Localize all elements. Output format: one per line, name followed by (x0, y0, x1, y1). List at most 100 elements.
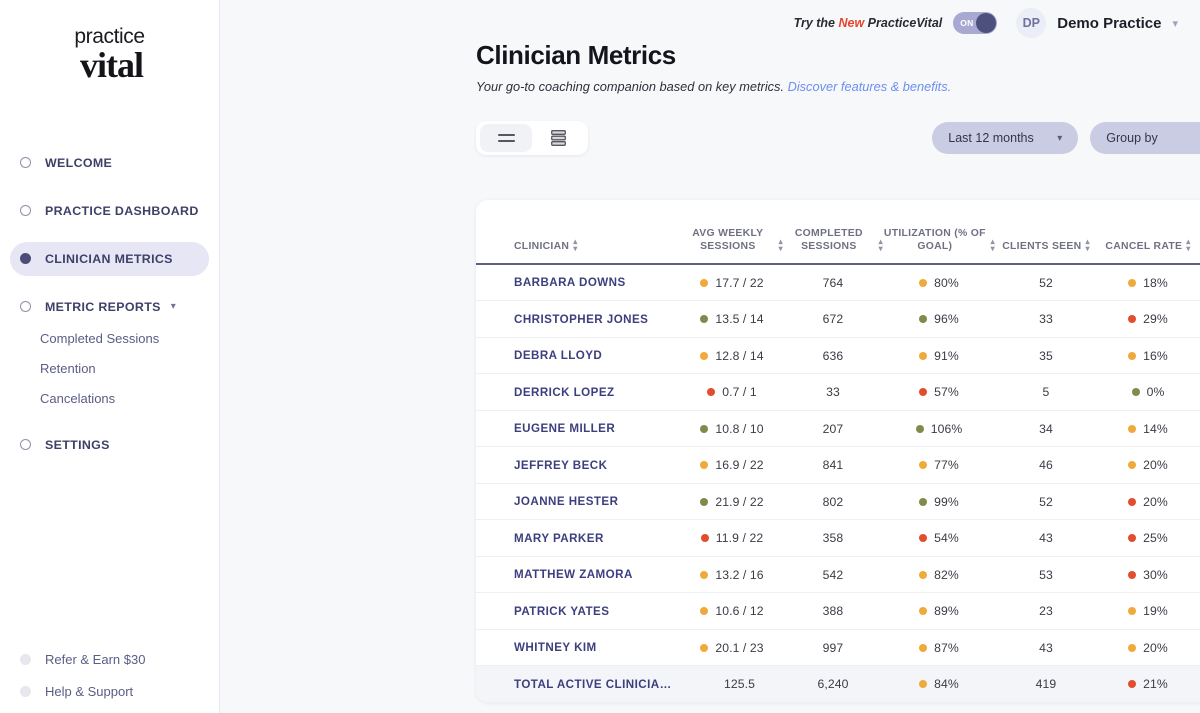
cell-value: 91% (934, 348, 959, 363)
cell-value: 20% (1143, 458, 1168, 473)
sort-icon[interactable]: ▴ ▾ (573, 238, 577, 253)
status-dot-icon (1128, 424, 1137, 433)
sidebar-item-metric-reports[interactable]: METRIC REPORTS ▾ (10, 290, 209, 324)
status-dot-icon (700, 351, 709, 360)
sidebar-subitem-retention[interactable]: Retention (0, 354, 219, 384)
group-by-filter[interactable]: Group by ▾ (1090, 122, 1200, 154)
table-row[interactable]: WHITNEY KIM20.1 / 2399787%4320%15%85% (476, 629, 1200, 667)
column-header-clinician[interactable]: CLINICIAN ▴ ▾ (476, 200, 681, 266)
table-row[interactable]: CHRISTOPHER JONES13.5 / 1467296%3329%17%… (476, 300, 1200, 338)
sidebar-item-settings[interactable]: SETTINGS (10, 428, 209, 462)
chevron-down-icon[interactable]: ▾ (1172, 17, 1178, 30)
table-row[interactable]: EUGENE MILLER10.8 / 10207106%3414%12%80% (476, 410, 1200, 448)
sidebar-item-clinician-metrics[interactable]: CLINICIAN METRICS (10, 241, 209, 276)
status-dot-icon (700, 570, 709, 579)
cell-clients-seen: 35 (995, 337, 1097, 375)
sort-icon[interactable]: ▴ ▾ (1186, 238, 1190, 253)
status-dot-icon (1128, 278, 1137, 287)
cell-utilization: 80% (883, 264, 995, 302)
cell-value: 18% (1143, 275, 1168, 290)
column-header-completed-sessions[interactable]: COMPLETED SESSIONS ▴ ▾ (783, 200, 883, 266)
cell-value: 12.8 / 14 (715, 348, 764, 363)
new-practicevital-toggle[interactable]: ON (953, 12, 998, 34)
sidebar-subitem-completed-sessions[interactable]: Completed Sessions (0, 324, 219, 354)
status-dot-icon (1128, 315, 1137, 324)
brand-logo[interactable]: practice vital (0, 0, 219, 84)
rows-view-button[interactable] (532, 124, 584, 152)
sidebar-item-welcome[interactable]: WELCOME (10, 146, 209, 180)
cell-clinician-name[interactable]: CHRISTOPHER JONES (476, 300, 681, 338)
list-view-button[interactable] (480, 124, 532, 152)
cell-cancel-rate: 18% (1097, 264, 1199, 302)
brand-logo-line2: vital (80, 45, 144, 85)
cell-clinician-name[interactable]: MARY PARKER (476, 519, 681, 557)
cell-clinician-name[interactable]: TOTAL ACTIVE CLINICIA… (476, 665, 681, 703)
cell-value: 13.5 / 14 (715, 312, 764, 327)
cell-clinician-name[interactable]: PATRICK YATES (476, 592, 681, 630)
date-range-filter[interactable]: Last 12 months ▾ (932, 122, 1079, 154)
cell-value: 13.2 / 16 (715, 567, 764, 582)
cell-clinician-name[interactable]: JEFFREY BECK (476, 446, 681, 484)
chevron-down-icon: ▾ (1057, 132, 1063, 144)
table-row[interactable]: MARY PARKER11.9 / 2235854%4325%15%65% (476, 519, 1200, 557)
cell-utilization: 84% (883, 665, 995, 703)
cell-value: 54% (934, 531, 959, 546)
bullet-icon (20, 301, 31, 313)
status-dot-icon (919, 388, 928, 397)
cell-clients-seen: 23 (995, 592, 1097, 630)
table-total-row[interactable]: TOTAL ACTIVE CLINICIA… 125.5 6,240 84% 419 21… (476, 665, 1200, 703)
practice-name-label[interactable]: Demo Practice (1057, 15, 1161, 32)
cell-clients-seen: 46 (995, 446, 1097, 484)
cell-value: 20% (1143, 494, 1168, 509)
page-header: Clinician Metrics Your go-to coaching co… (220, 38, 1200, 94)
table-row[interactable]: MATTHEW ZAMORA13.2 / 1654282%5330%25%40% (476, 556, 1200, 594)
column-header-avg-weekly-sessions[interactable]: AVG WEEKLY SESSIONS ▴ ▾ (681, 200, 783, 266)
sidebar-item-refer-earn[interactable]: Refer & Earn $30 (0, 643, 219, 675)
cell-clinician-name[interactable]: BARBARA DOWNS (476, 264, 681, 302)
cell-completed-sessions: 207 (783, 410, 883, 448)
date-range-label: Last 12 months (948, 131, 1034, 145)
cell-clinician-name[interactable]: EUGENE MILLER (476, 410, 681, 448)
avatar-initials: DP (1022, 16, 1040, 30)
cell-completed-sessions: 388 (783, 592, 883, 630)
sidebar-item-label: WELCOME (45, 155, 113, 170)
sidebar-bottom-label: Refer & Earn $30 (45, 651, 146, 667)
cell-clinician-name[interactable]: DEBRA LLOYD (476, 337, 681, 375)
sidebar-item-practice-dashboard[interactable]: PRACTICE DASHBOARD (10, 194, 209, 228)
bullet-icon (20, 205, 31, 217)
cell-utilization: 54% (883, 519, 995, 557)
cell-clinician-name[interactable]: JOANNE HESTER (476, 483, 681, 521)
status-dot-icon (919, 680, 928, 689)
try-suffix: PracticeVital (864, 16, 943, 30)
sort-icon[interactable]: ▴ ▾ (1085, 238, 1089, 253)
table-row[interactable]: JOANNE HESTER21.9 / 2280299%5220%20%75% (476, 483, 1200, 521)
avatar[interactable]: DP (1016, 8, 1047, 38)
column-header-cancel-rate[interactable]: CANCEL RATE ▴ ▾ (1097, 200, 1199, 266)
table-row[interactable]: JEFFREY BECK16.9 / 2284177%4620%8%69% (476, 446, 1200, 484)
status-dot-icon (915, 424, 924, 433)
sidebar-item-help-support[interactable]: Help & Support (0, 675, 219, 707)
brand-logo-line1: practice (74, 25, 145, 48)
page-subtitle-text: Your go-to coaching companion based on k… (476, 79, 785, 94)
status-dot-icon (1128, 351, 1137, 360)
cell-clinician-name[interactable]: DERRICK LOPEZ (476, 373, 681, 411)
table-row[interactable]: PATRICK YATES10.6 / 1238889%2319%13%73% (476, 592, 1200, 630)
sidebar-subitem-cancelations[interactable]: Cancelations (0, 384, 219, 414)
table-row[interactable]: BARBARA DOWNS17.7 / 2276480%5218%19%74% (476, 264, 1200, 302)
sort-icon[interactable]: ▴ ▾ (991, 238, 995, 253)
table-row[interactable]: DEBRA LLOYD12.8 / 1463691%3516%0%100% (476, 337, 1200, 375)
table-row[interactable]: DERRICK LOPEZ0.7 / 13357%50%0%0% (476, 373, 1200, 411)
cell-completed-sessions: 542 (783, 556, 883, 594)
discover-features-link[interactable]: Discover features & benefits. (788, 79, 952, 94)
cell-clinician-name[interactable]: WHITNEY KIM (476, 629, 681, 667)
cell-avg-weekly-sessions: 20.1 / 23 (681, 629, 783, 667)
list-view-icon (497, 133, 515, 142)
cell-clinician-name[interactable]: MATTHEW ZAMORA (476, 556, 681, 594)
cell-clients-seen: 52 (995, 264, 1097, 302)
cell-value: 17.7 / 22 (715, 275, 764, 290)
chevron-down-icon[interactable]: ▾ (171, 301, 176, 312)
cell-completed-sessions: 997 (783, 629, 883, 667)
column-header-clients-seen[interactable]: CLIENTS SEEN ▴ ▾ (995, 200, 1097, 266)
column-header-utilization[interactable]: UTILIZATION (% OF GOAL) ▴ ▾ (883, 200, 995, 266)
